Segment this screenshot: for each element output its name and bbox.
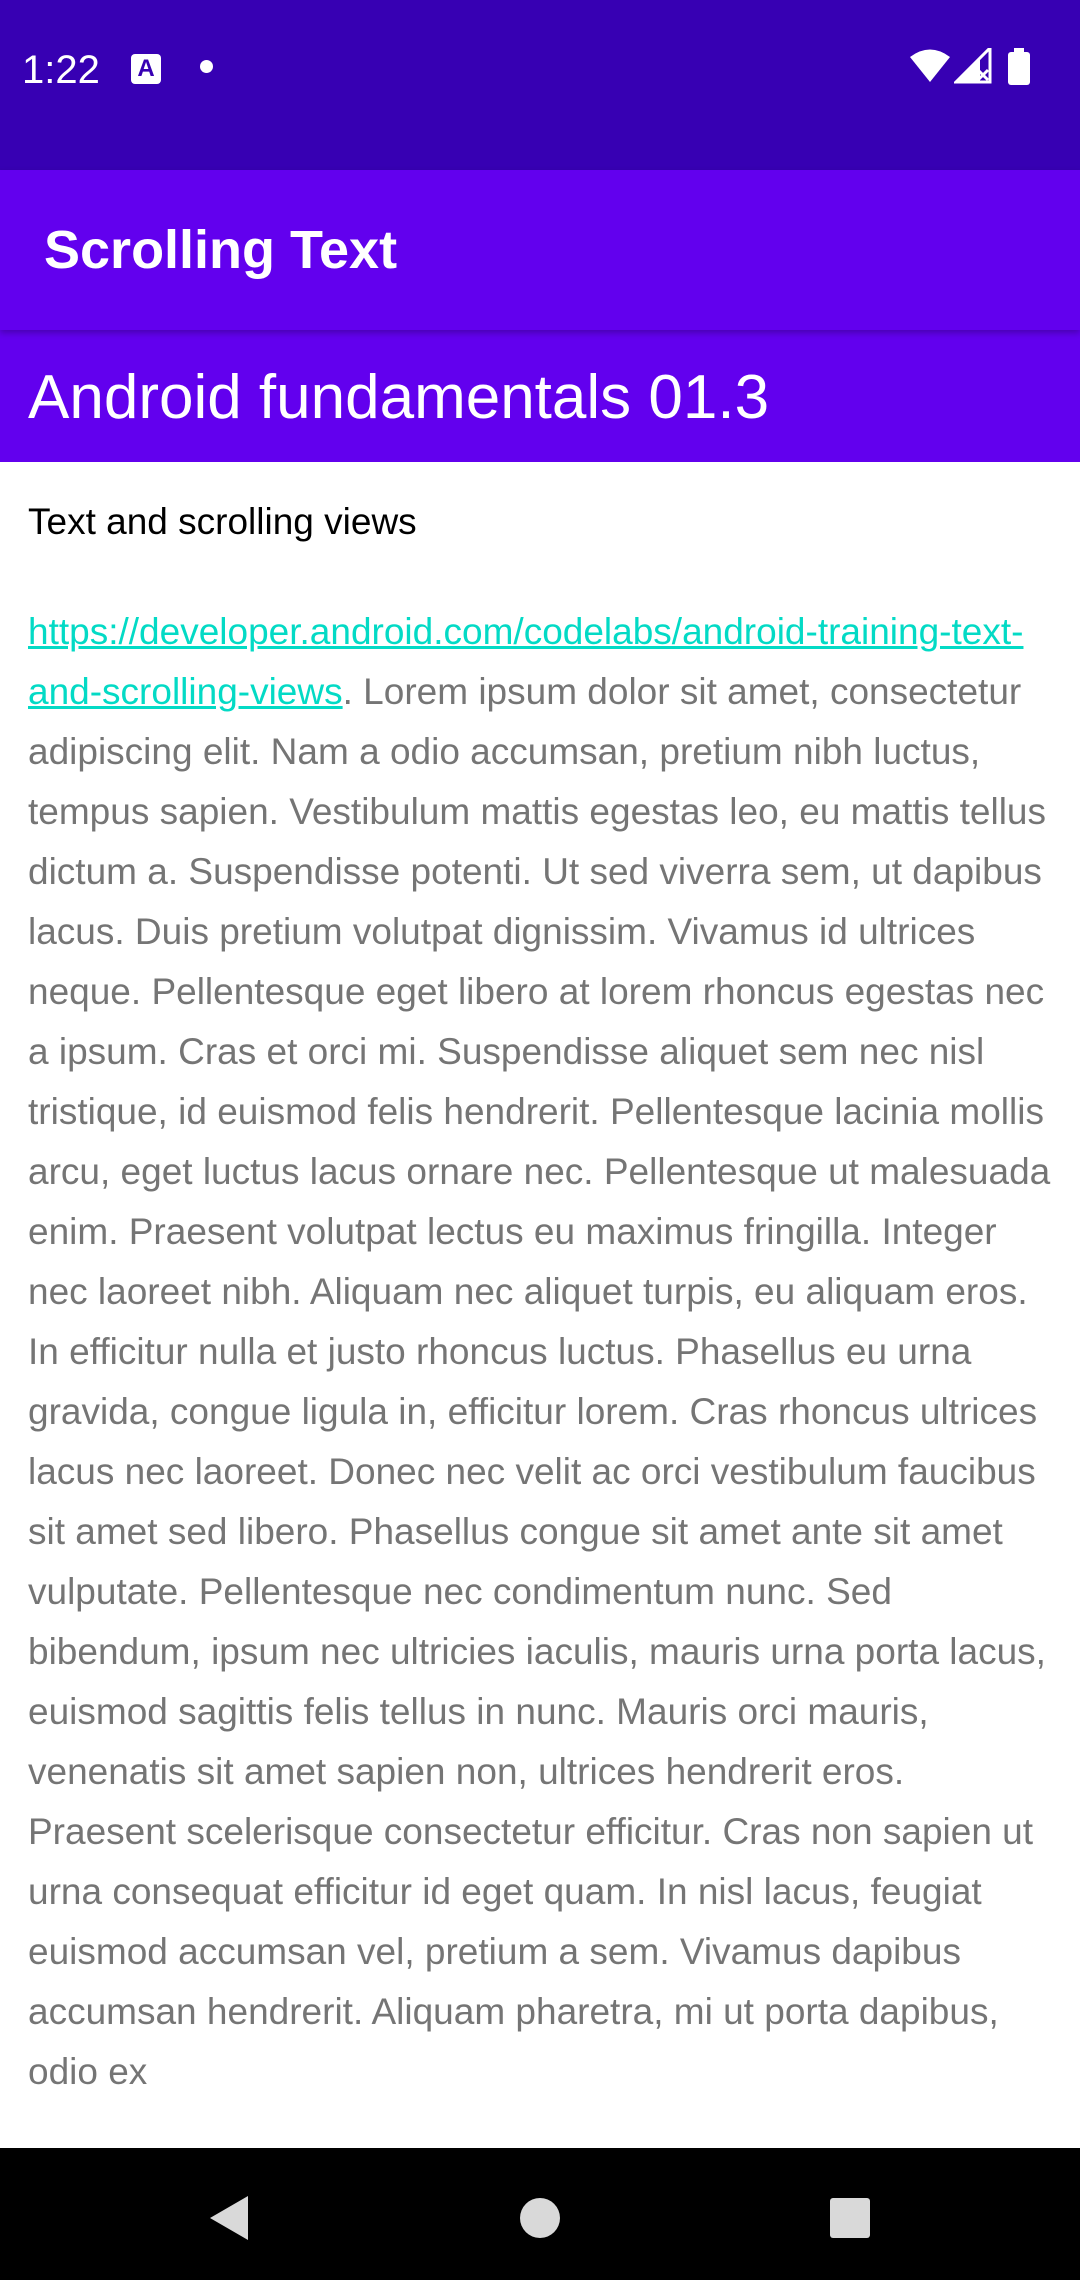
status-bar: 1:22 A bbox=[0, 0, 1080, 170]
dot-icon bbox=[200, 60, 213, 73]
heading-band: Android fundamentals 01.3 bbox=[0, 330, 1080, 462]
article-heading: Android fundamentals 01.3 bbox=[28, 363, 770, 432]
status-icons bbox=[910, 48, 1060, 88]
app-title: Scrolling Text bbox=[44, 220, 398, 280]
article-text: https://developer.android.com/codelabs/a… bbox=[28, 602, 1058, 2102]
navigation-bar bbox=[0, 2148, 1080, 2280]
back-icon[interactable] bbox=[198, 2188, 258, 2248]
battery-icon bbox=[1008, 48, 1030, 85]
scroll-view[interactable]: Text and scrolling views https://develop… bbox=[0, 462, 1080, 2148]
status-time: 1:22 bbox=[22, 48, 100, 92]
app-bar: Scrolling Text bbox=[0, 170, 1080, 330]
wifi-icon bbox=[910, 49, 950, 82]
a-icon: A bbox=[131, 54, 161, 84]
article-subheading: Text and scrolling views bbox=[28, 501, 417, 542]
signal-icon bbox=[954, 48, 992, 84]
recents-icon[interactable] bbox=[820, 2188, 880, 2248]
article-body: . Lorem ipsum dolor sit amet, consectetu… bbox=[28, 671, 1051, 2092]
home-icon[interactable] bbox=[510, 2188, 570, 2248]
